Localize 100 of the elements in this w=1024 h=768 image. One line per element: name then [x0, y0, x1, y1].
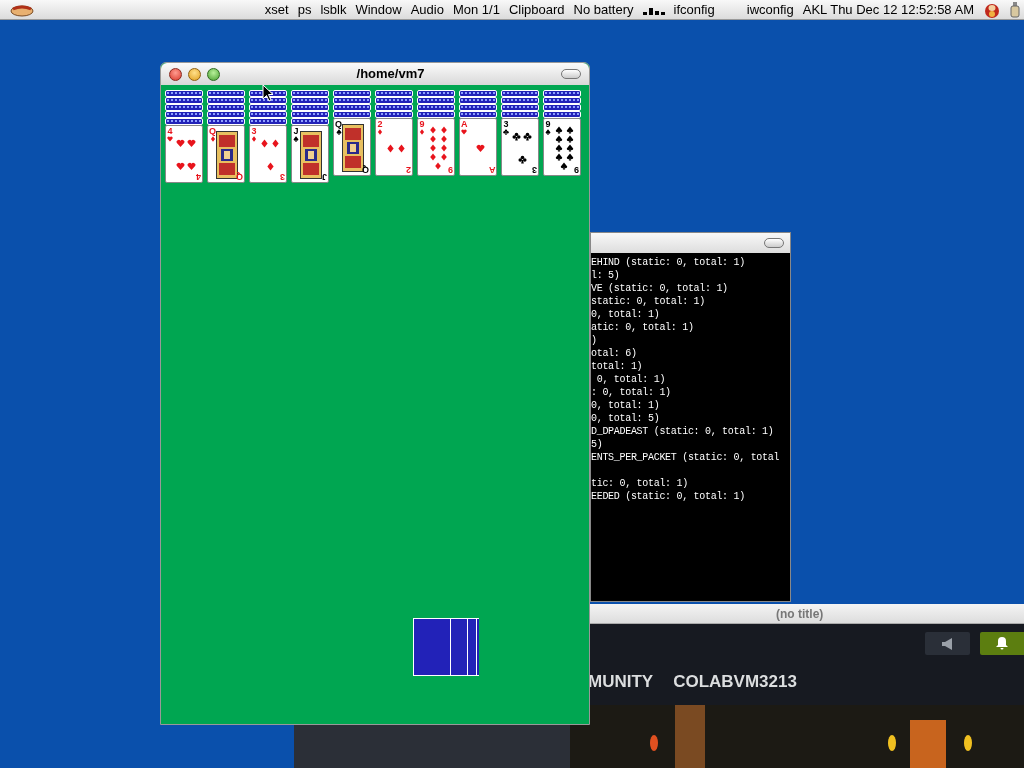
card-back[interactable]	[459, 111, 497, 118]
card-back[interactable]	[417, 111, 455, 118]
menu-item[interactable]: iwconfig	[746, 0, 794, 20]
card-rank: 3	[280, 172, 285, 182]
terminal-line: 5)	[591, 438, 604, 451]
minimize-button[interactable]	[188, 67, 201, 81]
playing-card[interactable]: 2 2	[375, 118, 413, 176]
playing-card[interactable]: A A	[459, 118, 497, 176]
collapse-button[interactable]	[561, 69, 581, 79]
card-rank: A	[488, 165, 495, 175]
card-back[interactable]	[165, 118, 203, 125]
menu-item[interactable]: No battery	[573, 0, 634, 20]
card-back[interactable]	[501, 97, 539, 104]
terminal-line: l: 5)	[591, 269, 621, 282]
card-back[interactable]	[501, 90, 539, 97]
menu-item[interactable]: ifconfig	[673, 0, 715, 20]
bell-icon	[996, 637, 1008, 650]
playing-card[interactable]: 3 3	[501, 118, 539, 176]
card-back[interactable]	[249, 104, 287, 111]
terminal-line: : 0, total: 1)	[591, 386, 672, 399]
card-back[interactable]	[249, 111, 287, 118]
card-back[interactable]	[291, 97, 329, 104]
card-stack-drawing[interactable]	[413, 618, 479, 677]
card-back[interactable]	[291, 111, 329, 118]
card-back[interactable]	[375, 104, 413, 111]
card-back[interactable]	[249, 118, 287, 125]
card-back[interactable]	[459, 104, 497, 111]
card-back[interactable]	[459, 90, 497, 97]
heart-icon	[475, 143, 485, 153]
club-icon	[523, 132, 532, 141]
notification-button[interactable]	[980, 632, 1024, 655]
bottle-icon[interactable]	[1010, 1, 1020, 18]
card-back[interactable]	[207, 118, 245, 125]
card-back[interactable]	[417, 97, 455, 104]
card-back[interactable]	[291, 118, 329, 125]
card-rank: 2	[406, 165, 411, 175]
card-rank: 9	[419, 119, 425, 129]
card-back[interactable]	[207, 97, 245, 104]
zoom-button[interactable]	[207, 67, 220, 81]
card-rank: 3	[251, 126, 257, 136]
nav-link[interactable]: MUNITY	[588, 669, 654, 695]
playing-card[interactable]: 4 4	[165, 125, 203, 183]
card-back[interactable]	[291, 104, 329, 111]
card-back[interactable]	[333, 104, 371, 111]
card-back[interactable]	[501, 111, 539, 118]
card-back[interactable]	[165, 97, 203, 104]
card-back[interactable]	[417, 90, 455, 97]
penguin-icon[interactable]	[983, 1, 1001, 18]
terminal-line: 0, total: 5)	[591, 412, 661, 425]
card-back[interactable]	[543, 90, 581, 97]
card-rank: J	[293, 126, 299, 136]
card-back[interactable]	[291, 90, 329, 97]
playing-card[interactable]: Q Q	[207, 125, 245, 183]
card-back[interactable]	[333, 90, 371, 97]
hotdog-logo-icon[interactable]	[10, 2, 34, 17]
playing-card[interactable]: J J	[291, 125, 329, 183]
menu-item[interactable]: Mon 1/1	[452, 0, 500, 20]
announcement-button[interactable]	[925, 632, 970, 655]
terminal-line: otal: 6)	[591, 347, 638, 360]
card-back[interactable]	[543, 111, 581, 118]
card-back[interactable]	[543, 97, 581, 104]
card-back[interactable]	[207, 111, 245, 118]
court-figure-drawing	[300, 131, 322, 179]
menu-item[interactable]: Clipboard	[508, 0, 565, 20]
menu-item[interactable]: lsblk	[320, 0, 347, 20]
menu-item[interactable]: Audio	[410, 0, 444, 20]
close-button[interactable]	[169, 67, 182, 81]
menu-item[interactable]: AKL Thu Dec 12 12:52:58 AM	[802, 0, 974, 20]
terminal-line: 0, total: 1)	[595, 373, 667, 386]
card-back[interactable]	[333, 111, 371, 118]
terminal-line: tic: 0, total: 1)	[591, 477, 689, 490]
card-back[interactable]	[375, 90, 413, 97]
menu-item[interactable]: ps	[297, 0, 312, 20]
card-back[interactable]	[207, 90, 245, 97]
card-rank: 9	[574, 165, 579, 175]
playing-card[interactable]: 9 9	[543, 118, 581, 176]
card-back[interactable]	[333, 97, 371, 104]
terminal-line: 0, total: 1)	[591, 308, 661, 321]
card-back[interactable]	[417, 104, 455, 111]
collapse-button[interactable]	[764, 238, 784, 248]
card-back[interactable]	[207, 104, 245, 111]
terminal-line: D_DPADEAST (static: 0, total: 1)	[591, 425, 775, 438]
card-back[interactable]	[501, 104, 539, 111]
card-back[interactable]	[459, 97, 497, 104]
card-back[interactable]	[375, 111, 413, 118]
card-rank: 9	[448, 165, 453, 175]
playing-card[interactable]: Q Q	[333, 118, 371, 176]
menu-item[interactable]: xset	[264, 0, 289, 20]
terminal-line: EEDED (static: 0, total: 1)	[591, 490, 746, 503]
nav-link[interactable]: COLABVM3213	[673, 669, 797, 695]
card-back[interactable]	[165, 90, 203, 97]
card-back[interactable]	[165, 104, 203, 111]
card-back[interactable]	[375, 97, 413, 104]
playing-card[interactable]: 3 3	[249, 125, 287, 183]
card-back[interactable]	[165, 111, 203, 118]
terminal-line: )	[591, 334, 598, 347]
menu-item[interactable]: Window	[355, 0, 402, 20]
window-title: (no title)	[776, 605, 824, 623]
card-back[interactable]	[543, 104, 581, 111]
playing-card[interactable]: 9 9	[417, 118, 455, 176]
